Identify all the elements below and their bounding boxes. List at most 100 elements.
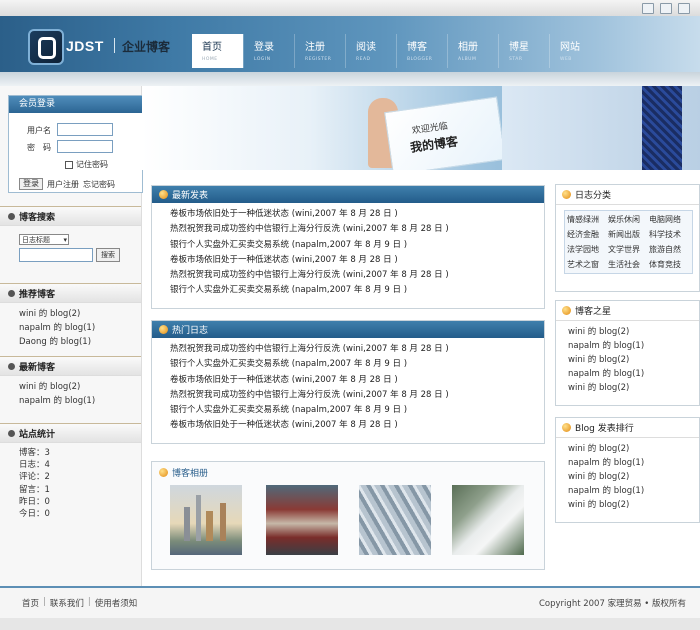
footer-link-home[interactable]: 首页 (22, 597, 39, 609)
search-type-select[interactable]: 日志标题 (19, 234, 69, 246)
nav-label: 博星 (509, 42, 529, 53)
post-link[interactable]: 银行个人实盘外汇买卖交易系统 (napalm,2007 年 8 月 9 日 ) (170, 357, 544, 372)
arrow-bullet-icon (159, 467, 168, 477)
home-icon[interactable] (678, 3, 690, 14)
photo-pipes[interactable] (359, 485, 431, 555)
post-link[interactable]: 银行个人实盘外汇买卖交易系统 (napalm,2007 年 8 月 9 日 ) (170, 283, 544, 298)
arrow-bullet-icon (562, 423, 571, 432)
category-link[interactable]: 生活社会 (608, 257, 649, 272)
left-sidebar: 会员登录 用户名 密 码 记住密码 登录 用户注册 忘记密码 博客搜索 日志标题… (0, 86, 143, 586)
post-link[interactable]: 热烈祝贺我司成功签约中信银行上海分行反洗 (wini,2007 年 8 月 28… (170, 388, 544, 403)
footer-divider: | (87, 597, 91, 607)
category-link[interactable]: 经济金融 (567, 227, 608, 242)
nav-item-blogger[interactable]: 博客 BLOGGER (396, 34, 447, 68)
list-item[interactable]: wini 的 blog(2) (19, 307, 141, 321)
search-input[interactable] (19, 248, 93, 262)
photo-steel-plate[interactable] (452, 485, 524, 555)
arrow-bullet-icon (159, 325, 168, 334)
footer-link-terms[interactable]: 使用者须知 (95, 597, 138, 609)
nav-item-web[interactable]: 网站 WEB (549, 34, 600, 68)
nav-sublabel: BLOGGER (407, 57, 433, 62)
username-input[interactable] (57, 123, 113, 136)
panel-header: 博客相册 (152, 462, 544, 482)
forgot-password-link[interactable]: 忘记密码 (83, 179, 115, 190)
list-item[interactable]: wini 的 blog(2) (568, 442, 699, 456)
photo-ship-deck[interactable] (266, 485, 338, 555)
category-link[interactable]: 娱乐休闲 (608, 212, 649, 227)
list-item[interactable]: wini 的 blog(2) (568, 470, 699, 484)
category-link[interactable]: 新闻出版 (608, 227, 649, 242)
section-header: 博客搜索 (0, 206, 141, 226)
latest-blogs-section: 最新博客 wini 的 blog(2) napalm 的 blog(1) (0, 356, 141, 408)
post-link[interactable]: 卷板市场依旧处于一种低迷状态 (wini,2007 年 8 月 28 日 ) (170, 373, 544, 388)
mail-icon[interactable] (642, 3, 654, 14)
nav-label: 阅读 (356, 42, 376, 53)
remember-checkbox[interactable] (65, 160, 73, 169)
login-button[interactable]: 登录 (19, 178, 43, 190)
hot-posts-panel: 热门日志 热烈祝贺我司成功签约中信银行上海分行反洗 (wini,2007 年 8… (151, 320, 545, 444)
list-item[interactable]: wini 的 blog(2) (568, 325, 699, 339)
list-item[interactable]: napalm 的 blog(1) (568, 367, 699, 381)
nav-item-home[interactable]: 首页 HOME (192, 34, 243, 68)
stat-item: 日志：4 (19, 460, 50, 471)
list-item[interactable]: wini 的 blog(2) (19, 380, 141, 394)
category-link[interactable]: 体育竞技 (649, 257, 690, 272)
list-item[interactable]: napalm 的 blog(1) (19, 321, 141, 335)
list-item[interactable]: napalm 的 blog(1) (568, 484, 699, 498)
top-strip (0, 0, 700, 16)
list-item[interactable]: napalm 的 blog(1) (568, 339, 699, 353)
stat-item: 评论：2 (19, 472, 50, 483)
stat-item: 昨日：0 (19, 496, 50, 507)
nav-item-star[interactable]: 博星 STAR (498, 34, 549, 68)
nav-label: 网站 (560, 42, 580, 53)
list-item[interactable]: wini 的 blog(2) (568, 381, 699, 395)
category-link[interactable]: 旅游自然 (649, 242, 690, 257)
password-input[interactable] (57, 140, 113, 153)
post-link[interactable]: 热烈祝贺我司成功签约中信银行上海分行反洗 (wini,2007 年 8 月 28… (170, 342, 544, 357)
stat-item: 留言：1 (19, 484, 50, 495)
latest-posts-panel: 最新发表 卷板市场依旧处于一种低迷状态 (wini,2007 年 8 月 28 … (151, 185, 545, 309)
top-icons (642, 3, 690, 14)
photo-city-skyline[interactable] (170, 485, 242, 555)
list-item[interactable]: Daong 的 blog(1) (19, 335, 141, 349)
list-item[interactable]: napalm 的 blog(1) (568, 456, 699, 470)
list-item[interactable]: napalm 的 blog(1) (19, 394, 141, 408)
blog-ranking-panel: Blog 发表排行 wini 的 blog(2) napalm 的 blog(1… (555, 417, 700, 523)
nav-item-read[interactable]: 阅读 READ (345, 34, 396, 68)
post-link[interactable]: 热烈祝贺我司成功签约中信银行上海分行反洗 (wini,2007 年 8 月 28… (170, 222, 544, 237)
bottom-strip (0, 618, 700, 630)
nav-sublabel: HOME (202, 57, 218, 62)
post-link[interactable]: 银行个人实盘外汇买卖交易系统 (napalm,2007 年 8 月 9 日 ) (170, 403, 544, 418)
section-title: 推荐博客 (19, 289, 56, 300)
category-link[interactable]: 法学园地 (567, 242, 608, 257)
footer-divider: | (43, 597, 46, 607)
nav-item-album[interactable]: 相册 ALBUM (447, 34, 498, 68)
post-link[interactable]: 热烈祝贺我司成功签约中信银行上海分行反洗 (wini,2007 年 8 月 28… (170, 268, 544, 283)
footer-link-contact[interactable]: 联系我们 (50, 597, 84, 609)
panel-title: 博客相册 (172, 468, 209, 479)
latest-posts-list: 卷板市场依旧处于一种低迷状态 (wini,2007 年 8 月 28 日 ) 热… (152, 203, 544, 299)
list-item[interactable]: wini 的 blog(2) (568, 353, 699, 367)
category-link[interactable]: 文学世界 (608, 242, 649, 257)
section-title: 站点统计 (19, 429, 56, 440)
section-header: 站点统计 (0, 423, 141, 443)
section-header: 推荐博客 (0, 283, 141, 303)
search-button[interactable]: 搜索 (96, 248, 120, 262)
blog-search-section: 博客搜索 日志标题 搜索 (0, 206, 141, 272)
post-link[interactable]: 卷板市场依旧处于一种低迷状态 (wini,2007 年 8 月 28 日 ) (170, 207, 544, 222)
nav-item-login[interactable]: 登录 LOGIN (243, 34, 294, 68)
category-link[interactable]: 电脑网络 (649, 212, 690, 227)
category-link[interactable]: 科学技术 (649, 227, 690, 242)
list-item[interactable]: wini 的 blog(2) (568, 498, 699, 512)
nav-item-register[interactable]: 注册 REGISTER (294, 34, 345, 68)
panel-title: 热门日志 (172, 326, 209, 336)
category-link[interactable]: 艺术之窗 (567, 257, 608, 272)
arrow-bullet-icon (562, 190, 571, 199)
post-link[interactable]: 卷板市场依旧处于一种低迷状态 (wini,2007 年 8 月 28 日 ) (170, 253, 544, 268)
post-link[interactable]: 卷板市场依旧处于一种低迷状态 (wini,2007 年 8 月 28 日 ) (170, 418, 544, 433)
category-link[interactable]: 情感绿洲 (567, 212, 608, 227)
register-link[interactable]: 用户注册 (47, 179, 79, 190)
post-link[interactable]: 银行个人实盘外汇买卖交易系统 (napalm,2007 年 8 月 9 日 ) (170, 238, 544, 253)
bookmark-icon[interactable] (660, 3, 672, 14)
remember-row: 记住密码 (65, 159, 108, 170)
